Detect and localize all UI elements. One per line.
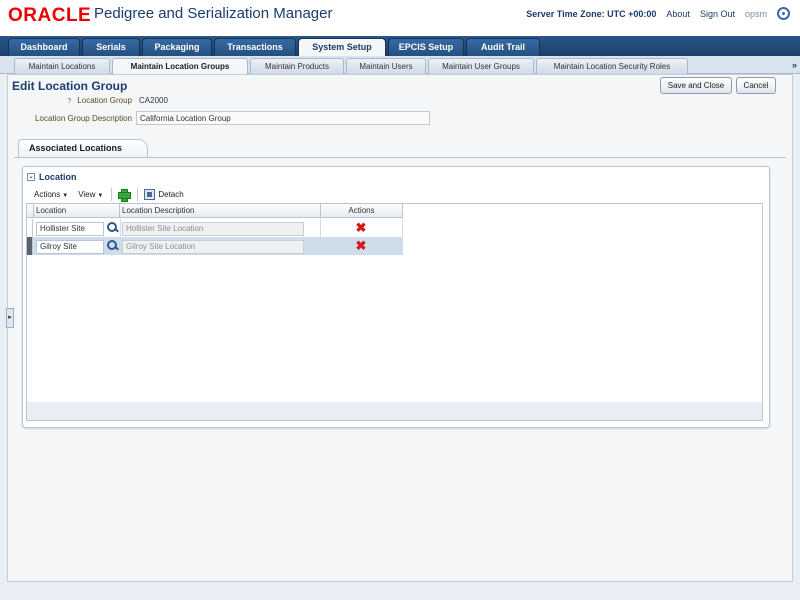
location-group-description-input[interactable] (136, 111, 430, 125)
server-time-zone: Server Time Zone: UTC +00:00 (526, 8, 657, 19)
table-toolbar: Actions ▼ View ▼ Detach (34, 188, 184, 202)
tab-packaging[interactable]: Packaging (142, 38, 212, 56)
cancel-button[interactable]: Cancel (736, 77, 776, 94)
row-selector[interactable] (27, 237, 33, 255)
tab-transactions[interactable]: Transactions (214, 38, 296, 56)
location-section-header[interactable]: ⌄ Location (27, 172, 77, 182)
sign-out-link[interactable]: Sign Out (700, 9, 735, 19)
associated-locations-tab[interactable]: Associated Locations (18, 139, 148, 157)
caret-down-icon: ▼ (97, 193, 104, 199)
user-name: opsm (744, 8, 767, 19)
column-divider (320, 219, 321, 255)
section-title: Location (39, 172, 77, 182)
disclose-icon[interactable]: ⌄ (27, 173, 35, 181)
actions-menu-label: Actions (34, 190, 61, 199)
column-divider (120, 219, 121, 255)
caret-down-icon: ▼ (62, 193, 69, 199)
expand-pane-handle[interactable]: ▸ (6, 308, 14, 328)
subtab-maintain-user-groups[interactable]: Maintain User Groups (428, 58, 534, 74)
table-row[interactable]: Gilroy Site Gilroy Site Location ✖ (27, 237, 403, 255)
main-tab-bar: Dashboard Serials Packaging Transactions… (0, 36, 800, 56)
location-input[interactable]: Gilroy Site (36, 240, 104, 254)
col-header-location[interactable]: Location (34, 204, 120, 218)
location-description-value: Hollister Site Location (122, 222, 304, 236)
toolbar-separator (111, 188, 113, 201)
location-group-label: ? Location Group (20, 96, 132, 105)
delete-icon[interactable]: ✖ (355, 239, 367, 252)
col-header-actions: Actions (321, 204, 403, 218)
subtab-maintain-locations[interactable]: Maintain Locations (14, 58, 110, 74)
row-selector[interactable] (27, 219, 33, 237)
detach-icon[interactable] (144, 189, 156, 200)
location-input[interactable]: Hollister Site (36, 222, 104, 236)
add-icon[interactable] (118, 189, 132, 202)
subtab-maintain-location-groups[interactable]: Maintain Location Groups (112, 58, 248, 74)
col-header-description[interactable]: Location Description (120, 204, 321, 218)
global-links: Server Time Zone: UTC +00:00 About Sign … (526, 7, 790, 20)
search-icon[interactable] (107, 240, 118, 251)
tab-epcis-setup[interactable]: EPCIS Setup (388, 38, 464, 56)
save-and-close-button[interactable]: Save and Close (660, 77, 732, 94)
actions-menu[interactable]: Actions ▼ (34, 190, 68, 199)
subtab-maintain-location-security-roles[interactable]: Maintain Location Security Roles (536, 58, 688, 74)
tab-audit-trail[interactable]: Audit Trail (466, 38, 540, 56)
tab-dashboard[interactable]: Dashboard (8, 38, 80, 56)
page-title: Edit Location Group (12, 79, 128, 93)
detach-button[interactable]: Detach (158, 190, 183, 199)
header-handle (27, 204, 34, 218)
oracle-logo: ORACLE (8, 5, 92, 26)
about-link[interactable]: About (666, 9, 690, 19)
location-group-description-label: Location Group Description (35, 114, 132, 123)
column-divider (402, 219, 403, 255)
subtab-maintain-users[interactable]: Maintain Users (346, 58, 426, 74)
divider (14, 157, 786, 158)
location-description-value: Gilroy Site Location (122, 240, 304, 254)
required-icon: ? (67, 98, 72, 105)
delete-icon[interactable]: ✖ (355, 221, 367, 234)
sub-tab-bar: Maintain Locations Maintain Location Gro… (0, 56, 800, 74)
subtab-maintain-products[interactable]: Maintain Products (250, 58, 344, 74)
view-menu[interactable]: View ▼ (78, 190, 103, 199)
app-title: Pedigree and Serialization Manager (94, 5, 333, 22)
table-footer (27, 402, 762, 420)
view-menu-label: View (78, 190, 96, 199)
toolbar-separator (137, 188, 139, 201)
tab-system-setup[interactable]: System Setup (298, 38, 386, 56)
app-header: ORACLE Pedigree and Serialization Manage… (0, 0, 800, 36)
search-icon[interactable] (107, 222, 118, 233)
table-row[interactable]: Hollister Site Hollister Site Location ✖ (27, 219, 403, 237)
oracle-ring-icon (777, 7, 790, 20)
more-tabs-icon[interactable]: » (792, 60, 797, 70)
location-group-label-text: Location Group (77, 96, 132, 105)
location-group-value: CA2000 (139, 96, 168, 105)
tab-serials[interactable]: Serials (82, 38, 140, 56)
